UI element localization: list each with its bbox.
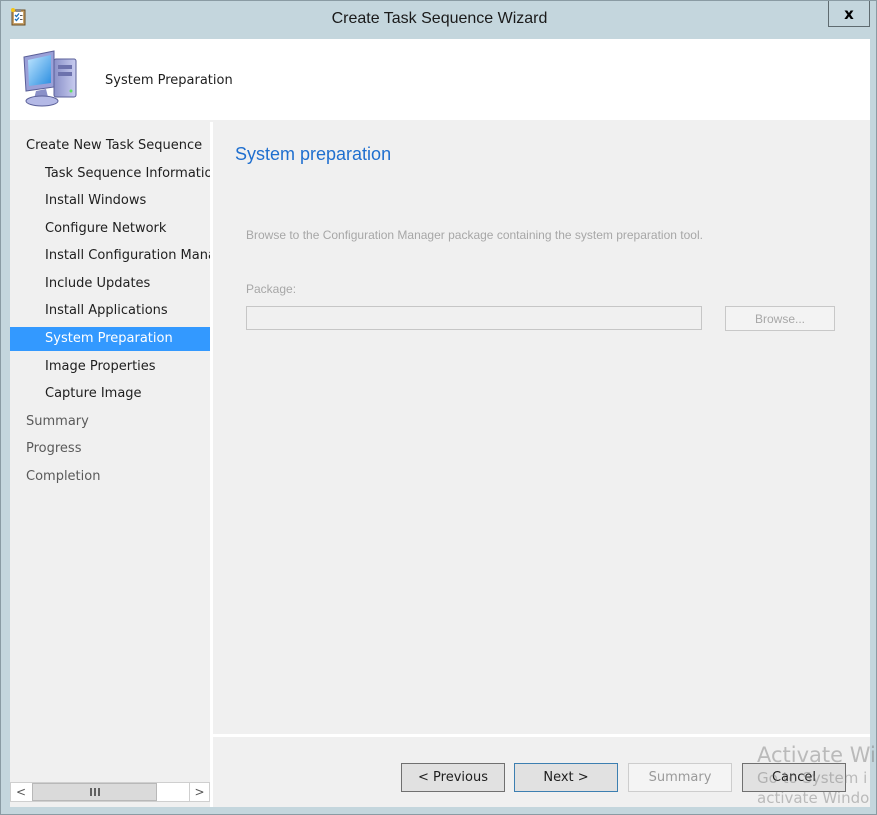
page-title: System preparation	[235, 144, 392, 164]
nav-item-install-configuration-manager[interactable]: Install Configuration Manager	[10, 244, 210, 268]
scroll-right-button[interactable]: >	[189, 783, 209, 801]
computer-icon	[20, 47, 80, 109]
next-button[interactable]: Next >	[514, 763, 618, 792]
summary-button[interactable]: Summary	[628, 763, 732, 792]
grip-icon	[89, 788, 100, 796]
header-band: System Preparation	[10, 39, 870, 120]
header-title: System Preparation	[105, 73, 233, 88]
browse-button[interactable]: Browse...	[725, 306, 835, 331]
scroll-left-button[interactable]: <	[11, 783, 31, 801]
nav-item-completion: Completion	[26, 469, 101, 484]
nav-item-image-properties[interactable]: Image Properties	[10, 355, 210, 379]
package-label: Package:	[246, 282, 297, 296]
nav-item-install-windows[interactable]: Install Windows	[10, 189, 210, 213]
nav-item-configure-network[interactable]: Configure Network	[10, 217, 210, 241]
window-title: Create Task Sequence Wizard	[331, 10, 548, 27]
wizard-window: Create Task Sequence Wizard x System Pre…	[0, 0, 877, 815]
nav-item-create-new-task-sequence[interactable]: Create New Task Sequence	[10, 134, 210, 158]
wizard-step-nav: Create New Task Sequence Task Sequence I…	[10, 122, 210, 807]
nav-item-include-updates[interactable]: Include Updates	[10, 272, 210, 296]
chevron-right-icon: >	[194, 785, 205, 799]
wizard-footer: < Previous Next > Summary Cancel	[213, 737, 870, 807]
chevron-left-icon: <	[15, 785, 27, 799]
page-description: Browse to the Configuration Manager pack…	[246, 228, 703, 242]
nav-item-system-preparation[interactable]: System Preparation	[10, 327, 210, 351]
nav-horizontal-scrollbar[interactable]: < >	[10, 782, 210, 802]
close-button[interactable]: x	[828, 1, 870, 27]
nav-item-progress: Progress	[26, 441, 82, 456]
nav-item-install-applications[interactable]: Install Applications	[10, 299, 210, 323]
nav-item-summary: Summary	[26, 414, 89, 429]
package-field[interactable]	[246, 306, 702, 330]
scrollbar-thumb[interactable]	[32, 783, 157, 801]
close-icon: x	[844, 4, 854, 23]
cancel-button[interactable]: Cancel	[742, 763, 846, 792]
page-content: System preparation Browse to the Configu…	[213, 122, 870, 734]
nav-item-capture-image[interactable]: Capture Image	[10, 382, 210, 406]
title-bar[interactable]: Create Task Sequence Wizard x	[1, 1, 877, 39]
nav-item-task-sequence-information[interactable]: Task Sequence Information	[10, 162, 210, 186]
wizard-client-area: System Preparation Create New Task Seque…	[10, 39, 870, 807]
previous-button[interactable]: < Previous	[401, 763, 505, 792]
